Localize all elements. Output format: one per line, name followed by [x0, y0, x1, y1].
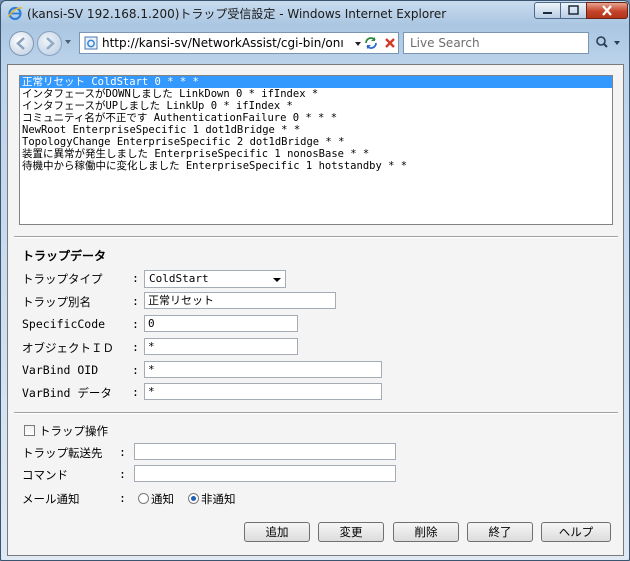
- trap-list-item[interactable]: 装置に異常が発生しました EnterpriseSpecific 1 nonosB…: [20, 148, 612, 160]
- change-button[interactable]: 変更: [318, 522, 384, 542]
- varbind-data-label: VarBind データ: [22, 386, 112, 400]
- varbind-oid-field[interactable]: *: [144, 361, 382, 378]
- trap-operation-label: トラップ操作: [39, 424, 108, 438]
- section-divider: [14, 236, 618, 238]
- trap-operation-checkbox[interactable]: [24, 425, 35, 436]
- search-placeholder: Live Search: [410, 36, 480, 50]
- trap-alias-label: トラップ別名: [22, 295, 91, 309]
- varbind-data-field[interactable]: *: [144, 383, 382, 400]
- mail-notify-label: メール通知: [22, 492, 80, 506]
- specific-code-label: SpecificCode: [22, 317, 106, 331]
- add-button[interactable]: 追加: [244, 522, 310, 542]
- refresh-icon[interactable]: [362, 34, 380, 52]
- colon: :: [132, 294, 139, 308]
- trap-list-item[interactable]: インタフェースがUPしました LinkUp 0 * ifIndex *: [20, 100, 612, 112]
- url-text[interactable]: http://kansi-sv/NetworkAssist/cgi-bin/on…: [102, 36, 348, 50]
- minimize-icon: [543, 12, 552, 14]
- browser-window: (kansi-SV 192.168.1.200)トラップ受信設定 - Windo…: [0, 0, 630, 561]
- stop-icon[interactable]: [381, 34, 399, 52]
- varbind-oid-label: VarBind OID: [22, 363, 99, 377]
- history-dropdown-icon[interactable]: [64, 38, 72, 46]
- colon: :: [119, 467, 126, 481]
- trap-forward-label: トラップ転送先: [22, 446, 103, 460]
- chevron-down-icon: [273, 278, 281, 282]
- section-divider: [14, 412, 618, 414]
- search-input[interactable]: Live Search: [403, 32, 589, 54]
- mail-notify-radio[interactable]: [138, 493, 149, 504]
- close-button[interactable]: [586, 2, 628, 19]
- page-icon: [84, 36, 98, 50]
- command-label: コマンド: [22, 468, 68, 482]
- command-field[interactable]: [134, 465, 396, 482]
- object-id-label: オブジェクトＩＤ: [22, 341, 114, 355]
- trap-type-value: ColdStart: [149, 272, 209, 285]
- colon: :: [119, 445, 126, 459]
- trap-data-heading: トラップデータ: [22, 249, 107, 263]
- trap-list-item[interactable]: コミュニティ名が不正です AuthenticationFailure 0 * *…: [20, 112, 612, 124]
- trap-list-item[interactable]: 正常リセット ColdStart 0 * * *: [20, 76, 612, 88]
- delete-button[interactable]: 削除: [393, 522, 459, 542]
- search-icon[interactable]: [593, 34, 623, 52]
- trap-list-item[interactable]: TopologyChange EnterpriseSpecific 2 dot1…: [20, 136, 612, 148]
- colon: :: [132, 363, 139, 377]
- page-content: 正常リセット ColdStart 0 * * * インタフェースがDOWNしまし…: [7, 64, 624, 556]
- colon: :: [132, 385, 139, 399]
- maximize-icon: [568, 5, 579, 15]
- colon: :: [119, 491, 126, 505]
- navigation-bar: http://kansi-sv/NetworkAssist/cgi-bin/on…: [1, 25, 629, 61]
- trap-alias-field[interactable]: 正常リセット: [144, 292, 336, 309]
- trap-list-item[interactable]: インタフェースがDOWNしました LinkDown 0 * ifIndex *: [20, 88, 612, 100]
- trap-list-item[interactable]: NewRoot EnterpriseSpecific 1 dot1dBridge…: [20, 124, 612, 136]
- maximize-button[interactable]: [560, 2, 587, 19]
- object-id-field[interactable]: *: [144, 338, 298, 355]
- forward-arrow-icon: [46, 37, 55, 50]
- forward-button[interactable]: [37, 31, 62, 56]
- help-button[interactable]: ヘルプ: [541, 522, 611, 542]
- mail-no-notify-radio[interactable]: [188, 493, 199, 504]
- colon: :: [132, 271, 139, 285]
- trap-type-label: トラップタイプ: [22, 272, 103, 286]
- close-icon: [602, 5, 612, 16]
- exit-button[interactable]: 終了: [467, 522, 533, 542]
- address-bar[interactable]: http://kansi-sv/NetworkAssist/cgi-bin/on…: [79, 32, 399, 54]
- mail-notify-option-label: 通知: [151, 492, 174, 506]
- trap-list-item[interactable]: 待機中から稼働中に変化しました EnterpriseSpecific 1 hot…: [20, 160, 612, 172]
- colon: :: [132, 340, 139, 354]
- trap-list[interactable]: 正常リセット ColdStart 0 * * * インタフェースがDOWNしまし…: [19, 75, 613, 225]
- back-button[interactable]: [9, 31, 34, 56]
- specific-code-field[interactable]: 0: [144, 315, 298, 332]
- window-title: (kansi-SV 192.168.1.200)トラップ受信設定 - Windo…: [27, 7, 447, 21]
- title-bar: (kansi-SV 192.168.1.200)トラップ受信設定 - Windo…: [1, 1, 629, 25]
- mail-no-notify-option-label: 非通知: [201, 492, 236, 506]
- internet-explorer-icon: [7, 6, 23, 21]
- back-arrow-icon: [16, 37, 25, 50]
- trap-type-select[interactable]: ColdStart: [144, 270, 286, 288]
- trap-forward-field[interactable]: [134, 443, 396, 460]
- url-dropdown-icon[interactable]: [354, 40, 362, 48]
- colon: :: [132, 317, 139, 331]
- minimize-button[interactable]: [534, 2, 561, 19]
